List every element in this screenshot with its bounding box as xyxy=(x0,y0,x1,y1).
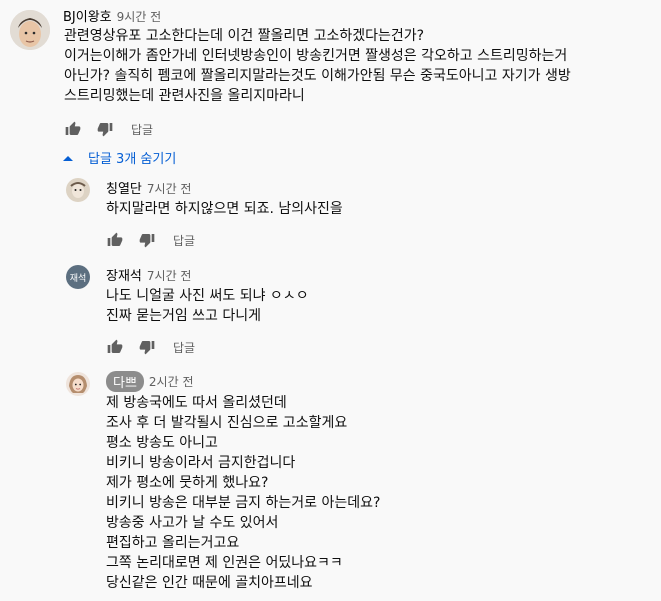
reply-line: 진짜 묻는거임 쓰고 다니게 xyxy=(106,308,262,324)
comment-header: BJ이왕호 9시간 전 xyxy=(63,6,161,25)
hide-replies-toggle[interactable]: 답글 3개 숨기기 xyxy=(63,148,176,167)
thumb-down-icon[interactable] xyxy=(95,119,115,139)
avatar-photo-icon xyxy=(66,178,90,202)
avatar[interactable]: 재석 xyxy=(66,265,90,289)
reply-button[interactable]: 답글 xyxy=(131,121,153,138)
comment-line: 관련영상유포 고소한다는데 이건 짤올리면 고소하겠다는건가? xyxy=(64,28,425,44)
thumb-down-icon[interactable] xyxy=(137,230,157,250)
reply-button[interactable]: 답글 xyxy=(173,232,195,249)
comment-line: 스트리밍했는데 관련사진을 올리지마라니 xyxy=(64,88,305,104)
reply-time[interactable]: 7시간 전 xyxy=(147,269,192,283)
thumb-up-icon[interactable] xyxy=(63,119,83,139)
reply-line: 방송중 사고가 날 수도 있어서 xyxy=(106,515,279,531)
chevron-up-icon xyxy=(63,155,75,161)
avatar-initials: 재석 xyxy=(69,273,87,284)
reply-button[interactable]: 답글 xyxy=(173,339,195,356)
reply-text: 하지말라면 하지않으면 되죠. 남의사진을 xyxy=(106,199,343,219)
reply-header: 다쁘 2시간 전 xyxy=(106,371,194,392)
reply-line: 편집하고 올리는거고요 xyxy=(106,535,240,551)
comment-actions: 답글 xyxy=(63,119,153,139)
reply-line: 제가 평소에 뭇하게 했나요? xyxy=(106,475,269,491)
reply-line: 당신같은 인간 때문에 골치아프네요 xyxy=(106,575,313,591)
comment-text: 관련영상유포 고소한다는데 이건 짤올리면 고소하겠다는건가? 이거는이해가 좀… xyxy=(64,26,571,106)
avatar[interactable] xyxy=(66,178,90,202)
comment-line: 이거는이해가 좀안가네 인터넷방송인이 방송킨거면 짤생성은 각오하고 스트리밍… xyxy=(64,48,568,64)
reply-line: 그쪽 논리대로면 제 인권은 어딨나요ㅋㅋ xyxy=(106,555,343,571)
hide-replies-label: 답글 3개 숨기기 xyxy=(88,152,177,167)
thumb-up-icon[interactable] xyxy=(105,230,125,250)
thumb-up-icon[interactable] xyxy=(105,337,125,357)
reply-line: 조사 후 더 발각될시 진심으로 고소할게요 xyxy=(106,415,348,431)
reply-actions: 답글 xyxy=(105,337,195,357)
reply-line: 제 방송국에도 따서 올리셨던데 xyxy=(106,395,287,411)
avatar-photo-icon xyxy=(66,372,90,396)
reply-line: 나도 니얼굴 사진 써도 되냐 ㅇㅅㅇ xyxy=(106,288,309,304)
comment-author[interactable]: BJ이왕호 xyxy=(63,10,112,25)
comment-time[interactable]: 9시간 전 xyxy=(117,10,162,24)
reply-header: 칭열단 7시간 전 xyxy=(106,178,191,197)
reply-line: 평소 방송도 아니고 xyxy=(106,435,218,451)
comment-line: 아닌가? 솔직히 펨코에 짤올리지말라는것도 이해가안됨 무슨 중국도아니고 자… xyxy=(64,68,571,84)
thumb-down-icon[interactable] xyxy=(137,337,157,357)
reply-author[interactable]: 칭열단 xyxy=(106,182,142,197)
reply-time[interactable]: 7시간 전 xyxy=(147,182,192,196)
reply-header: 장재석 7시간 전 xyxy=(106,265,191,284)
reply-line: 하지말라면 하지않으면 되죠. 남의사진을 xyxy=(106,201,343,217)
channel-owner-badge[interactable]: 다쁘 xyxy=(106,371,144,392)
avatar[interactable] xyxy=(66,372,90,396)
reply-text: 제 방송국에도 따서 올리셨던데 조사 후 더 발각될시 진심으로 고소할게요 … xyxy=(106,393,380,593)
avatar[interactable] xyxy=(10,10,50,50)
avatar-photo-icon xyxy=(10,10,50,50)
reply-author[interactable]: 장재석 xyxy=(106,269,142,284)
reply-time[interactable]: 2시간 전 xyxy=(149,373,194,390)
reply-line: 비키니 방송이라서 금지한겁니다 xyxy=(106,455,296,471)
reply-actions: 답글 xyxy=(105,230,195,250)
reply-text: 나도 니얼굴 사진 써도 되냐 ㅇㅅㅇ 진짜 묻는거임 쓰고 다니게 xyxy=(106,286,309,326)
reply-line: 비키니 방송은 대부분 금지 하는거로 아는데요? xyxy=(106,495,381,511)
